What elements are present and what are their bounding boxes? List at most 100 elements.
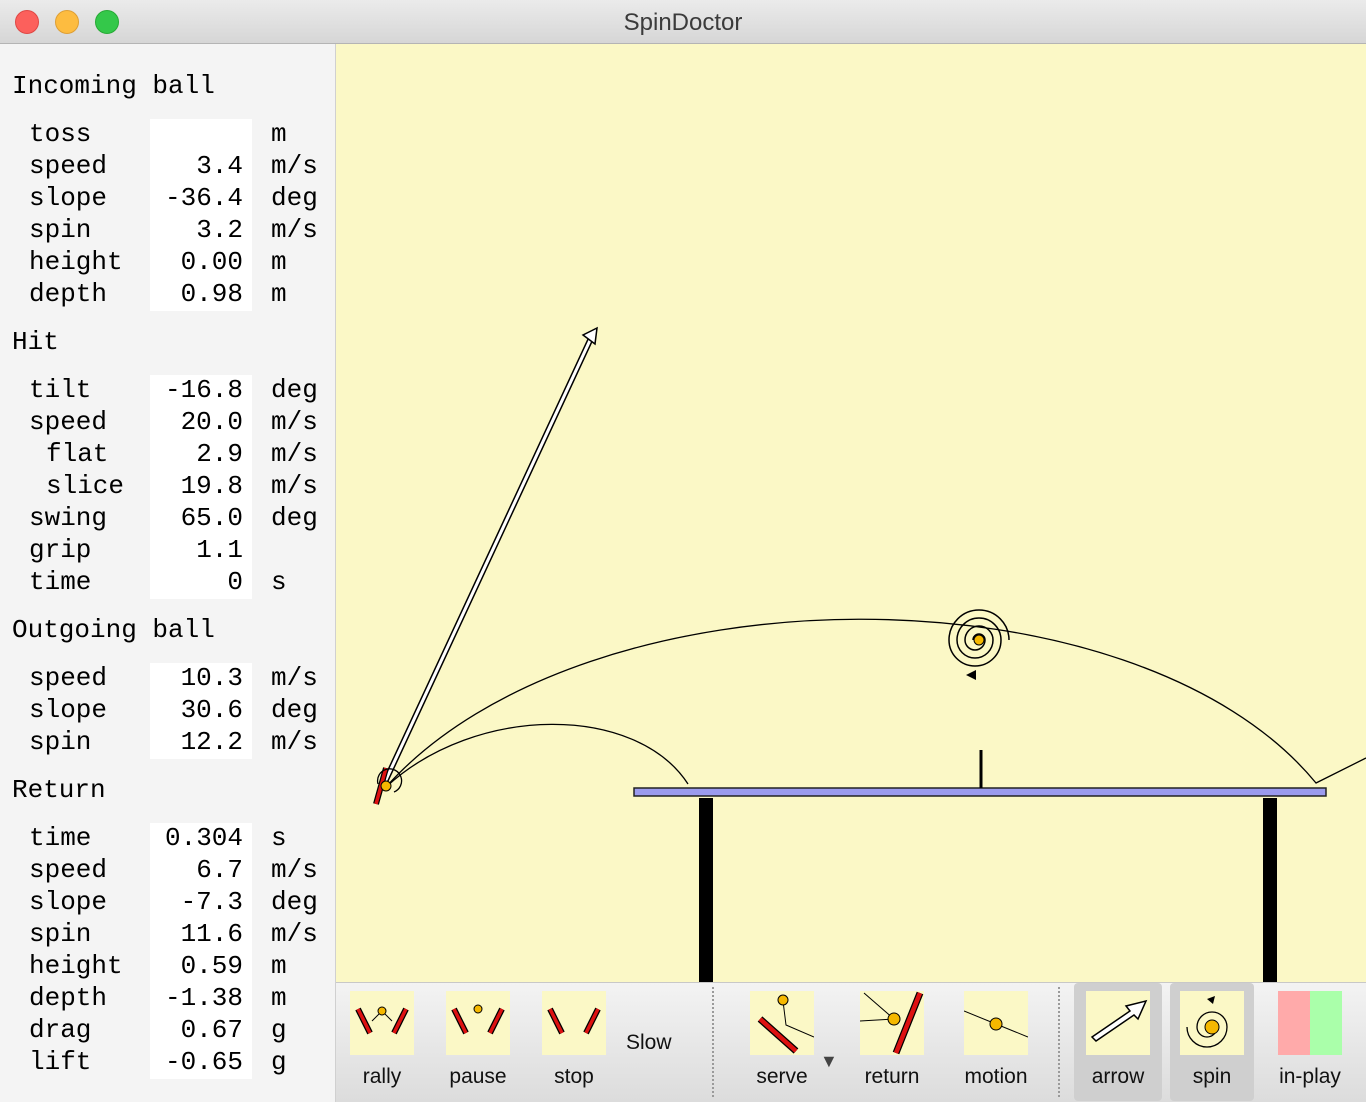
param-row-slope: slope -36.4 deg: [0, 182, 336, 214]
toolbar-separator: [1058, 987, 1060, 1097]
serve-button[interactable]: serve: [734, 983, 830, 1101]
param-value-field[interactable]: 3.4: [150, 150, 243, 182]
param-label: depth: [29, 279, 108, 309]
param-label: toss: [29, 119, 92, 149]
param-label: lift: [29, 1047, 92, 1077]
param-label: swing: [29, 503, 108, 533]
param-value-field[interactable]: 10.3: [150, 662, 243, 694]
param-label: slope: [29, 695, 108, 725]
serve-options-icon[interactable]: ▼: [820, 1051, 838, 1072]
param-value-field[interactable]: 0.67: [150, 1014, 243, 1046]
pause-button[interactable]: pause: [432, 983, 524, 1101]
param-value-field[interactable]: 0.59: [150, 950, 243, 982]
incoming-trajectory: [385, 723, 689, 788]
toolbar-separator: [712, 987, 714, 1097]
in-play-toggle[interactable]: in-play: [1262, 983, 1358, 1101]
param-unit: m/s: [271, 727, 318, 757]
section-title-hit: Hit: [12, 327, 59, 357]
table-leg-left: [699, 798, 713, 982]
param-label: spin: [29, 919, 92, 949]
param-row-lift: lift -0.65 g: [0, 1046, 336, 1078]
slow-mode-toggle[interactable]: Slow: [626, 1031, 672, 1055]
param-value-field[interactable]: 0.304: [150, 822, 243, 854]
param-value-field[interactable]: 19.8: [150, 470, 243, 502]
param-unit: deg: [271, 695, 318, 725]
simulation-drawing: [373, 326, 1366, 982]
motion-label: motion: [964, 1065, 1028, 1088]
param-value-field[interactable]: -7.3: [150, 886, 243, 918]
pause-label: pause: [449, 1065, 507, 1088]
param-value-field[interactable]: 2.9: [150, 438, 243, 470]
param-value-field[interactable]: -36.4: [150, 182, 243, 214]
param-value-field[interactable]: -16.8: [150, 374, 243, 406]
param-value-field[interactable]: 0: [150, 566, 243, 598]
param-value-field[interactable]: 1.1: [150, 534, 243, 566]
return-label: return: [864, 1065, 920, 1088]
ball-at-paddle: [380, 780, 392, 792]
param-row-spin: spin 3.2 m/s: [0, 214, 336, 246]
param-row-toss: toss m: [0, 118, 336, 150]
param-value-field[interactable]: 12.2: [150, 726, 243, 758]
param-unit: m: [271, 279, 287, 309]
param-value-field[interactable]: 65.0: [150, 502, 243, 534]
param-value-field[interactable]: -0.65: [150, 1046, 243, 1078]
param-value-field[interactable]: 0.00: [150, 246, 243, 278]
param-unit: deg: [271, 887, 318, 917]
param-row-drag: drag 0.67 g: [0, 1014, 336, 1046]
param-value-field[interactable]: 11.6: [150, 918, 243, 950]
param-unit: deg: [271, 503, 318, 533]
return-button[interactable]: return: [844, 983, 940, 1101]
param-value-field[interactable]: 6.7: [150, 854, 243, 886]
param-unit: m: [271, 951, 287, 981]
param-value-field[interactable]: 3.2: [150, 214, 243, 246]
section-title-outgoing: Outgoing ball: [12, 615, 215, 645]
param-unit: m: [271, 983, 287, 1013]
param-unit: m: [271, 119, 287, 149]
stop-button[interactable]: stop: [528, 983, 620, 1101]
param-label: speed: [29, 407, 108, 437]
rally-button[interactable]: rally: [336, 983, 428, 1101]
window-title: SpinDoctor: [623, 9, 743, 36]
arrow-icon: [1086, 991, 1150, 1055]
param-unit: s: [271, 823, 287, 853]
in-play-label: in-play: [1279, 1065, 1341, 1088]
param-label: height: [29, 951, 123, 981]
param-row-speed: speed 3.4 m/s: [0, 150, 336, 182]
rally-label: rally: [362, 1065, 402, 1088]
param-unit: g: [271, 1047, 287, 1077]
param-label: flat: [46, 439, 109, 469]
param-unit: m/s: [271, 215, 318, 245]
simulation-canvas[interactable]: [336, 44, 1366, 982]
param-label: grip: [29, 535, 92, 565]
motion-icon: [963, 991, 1029, 1055]
param-label: slice: [46, 471, 125, 501]
velocity-arrow: [381, 326, 598, 786]
param-unit: m: [271, 247, 287, 277]
param-label: spin: [29, 727, 92, 757]
param-label: speed: [29, 151, 108, 181]
param-value-field[interactable]: 0.98: [150, 278, 243, 310]
param-unit: m/s: [271, 855, 318, 885]
param-row-depth: depth 0.98 m: [0, 278, 336, 310]
param-unit: g: [271, 1015, 287, 1045]
section-title-incoming: Incoming ball: [12, 71, 215, 101]
param-row-spin: spin 12.2 m/s: [0, 726, 336, 758]
arrow-toggle[interactable]: arrow: [1074, 983, 1162, 1101]
param-unit: m/s: [271, 663, 318, 693]
param-value-field[interactable]: 30.6: [150, 694, 243, 726]
param-unit: m/s: [271, 919, 318, 949]
param-unit: s: [271, 567, 287, 597]
param-label: spin: [29, 215, 92, 245]
return-icon: [859, 991, 924, 1055]
toolbar: rally pause stop Slow serve ▼ return mot…: [336, 982, 1366, 1102]
param-value-field[interactable]: -1.38: [150, 982, 243, 1014]
param-value-field[interactable]: 20.0: [150, 406, 243, 438]
param-row-speed: speed 20.0 m/s: [0, 406, 336, 438]
param-label: slope: [29, 183, 108, 213]
rally-icon: [350, 991, 414, 1055]
param-unit: deg: [271, 375, 318, 405]
spin-toggle[interactable]: spin: [1170, 983, 1254, 1101]
motion-button[interactable]: motion: [948, 983, 1044, 1101]
table-leg-right: [1263, 798, 1277, 982]
title-bar: SpinDoctor: [0, 0, 1366, 44]
